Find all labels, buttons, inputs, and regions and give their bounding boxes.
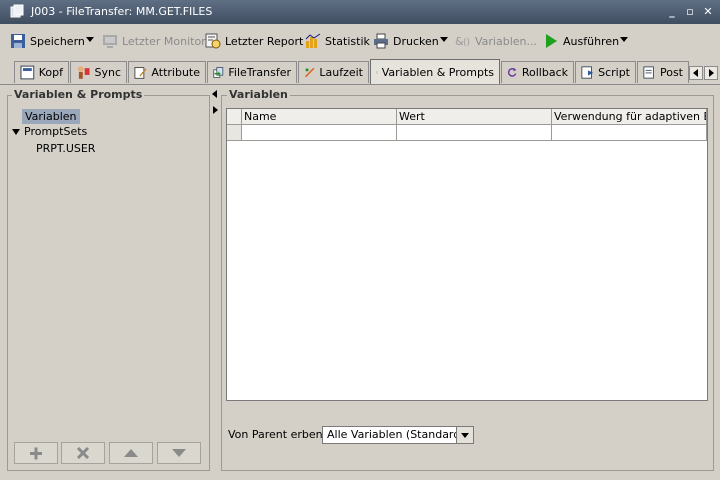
print-label: Drucken [393,34,439,48]
rollback-icon [507,67,517,77]
attribute-edit-icon [134,67,147,79]
toolbar: Speichern Letzter Monitor Letzter Report… [0,27,720,55]
inherit-select-value: Alle Variablen (Standard) [327,428,465,441]
statistics-label: Statistik [325,34,370,48]
chevron-down-icon[interactable] [456,427,473,443]
runtime-icon [304,67,315,78]
window-titlebar: J003 - FileTransfer: MM.GET.FILES _ ▫ ✕ [0,0,720,24]
last-monitor-label: Letzter Monitor [122,34,206,48]
tab-script-label: Script [598,66,630,79]
variables-table[interactable]: Name Wert Verwendung für adaptiven E... [226,108,708,401]
tab-variablen-prompts-label: Variablen & Prompts [381,65,494,79]
play-icon [546,34,557,48]
tab-sync-label: Sync [94,66,121,79]
script-icon [581,66,594,79]
sync-icon [77,66,90,79]
delete-button[interactable] [61,442,105,464]
save-dropdown-arrow[interactable] [86,37,94,42]
save-icon [11,34,25,48]
variables-panel-title: Variablen [227,88,290,101]
post-script-icon [643,66,654,79]
variables-button[interactable]: &() Variablen... [455,31,537,51]
save-label: Speichern [30,34,85,48]
tab-attribute[interactable]: Attribute [128,61,206,83]
tree-item-promptsets[interactable]: PromptSets [24,125,87,138]
tab-laufzeit[interactable]: Laufzeit [298,61,369,83]
inherit-label: Von Parent erben: [228,428,327,441]
last-report-label: Letzter Report [225,34,304,48]
save-button[interactable]: Speichern [10,31,85,51]
monitor-icon [103,35,117,48]
execute-label: Ausführen [563,34,620,48]
filetransfer-tab-icon [213,67,224,78]
inherit-select[interactable]: Alle Variablen (Standard) [322,426,474,444]
add-icon [30,447,42,460]
tree-item-prpt-user[interactable]: PRPT.USER [36,142,95,155]
tree-item-variablen[interactable]: Variablen [22,109,80,124]
last-report-button[interactable]: Letzter Report [205,31,303,51]
up-arrow-icon [124,449,138,457]
delete-icon [76,446,90,460]
cell-verwendung[interactable] [552,125,707,141]
last-monitor-button[interactable]: Letzter Monitor [102,31,206,51]
tab-variablen-prompts[interactable]: &() Variablen & Prompts [370,59,500,84]
tab-laufzeit-label: Laufzeit [319,66,363,79]
tab-post[interactable]: Post [637,61,689,83]
execute-dropdown-arrow[interactable] [620,37,628,42]
collapse-left-icon[interactable] [212,90,218,98]
variables-icon: &() [455,35,470,48]
expand-right-icon[interactable] [212,106,218,114]
statistics-icon [305,33,321,48]
tab-sync[interactable]: Sync [70,61,127,83]
tab-rollback-label: Rollback [521,66,568,79]
down-arrow-icon [172,449,186,457]
minimize-button[interactable]: _ [664,4,680,19]
table-corner [227,109,242,125]
report-clock-icon [205,33,221,49]
window-title: J003 - FileTransfer: MM.GET.FILES [31,5,213,18]
cell-name[interactable] [242,125,397,141]
tab-kopf-label: Kopf [38,66,63,79]
close-button[interactable]: ✕ [700,4,716,19]
header-icon [20,65,35,80]
tab-filetransfer-label: FileTransfer [228,66,291,79]
move-down-button[interactable] [157,442,201,464]
row-header[interactable] [227,125,242,141]
chevron-right-icon [709,69,714,77]
column-header-wert[interactable]: Wert [397,109,552,125]
variables-prompts-panel-title: Variablen & Prompts [12,88,145,101]
tab-scroll-left-button[interactable] [689,66,703,80]
variables-prompts-icon: &() [376,71,378,73]
execute-button[interactable]: Ausführen [543,31,619,51]
print-button[interactable]: Drucken [373,31,439,51]
tab-kopf[interactable]: Kopf [14,61,69,83]
tab-rollback[interactable]: Rollback [501,61,574,83]
expand-arrow-icon[interactable] [12,128,20,136]
column-header-verwendung[interactable]: Verwendung für adaptiven E... [552,109,707,125]
tab-post-label: Post [659,66,683,79]
statistics-button[interactable]: Statistik [305,31,370,51]
tab-script[interactable]: Script [575,61,636,83]
tab-scroll-right-button[interactable] [704,66,718,80]
svg-text:(): () [463,38,470,48]
tab-bar: Kopf Sync Attribute FileTransfer Laufzei… [0,58,720,85]
tab-attribute-label: Attribute [151,66,200,79]
add-button[interactable] [14,442,58,464]
printer-icon [374,33,388,49]
chevron-left-icon [693,69,698,77]
print-dropdown-arrow[interactable] [440,37,448,42]
column-header-name[interactable]: Name [242,109,397,125]
filetransfer-icon [10,4,24,18]
variables-label: Variablen... [475,34,537,48]
move-up-button[interactable] [109,442,153,464]
maximize-button[interactable]: ▫ [682,4,698,19]
tab-filetransfer[interactable]: FileTransfer [207,61,297,83]
cell-wert[interactable] [397,125,552,141]
